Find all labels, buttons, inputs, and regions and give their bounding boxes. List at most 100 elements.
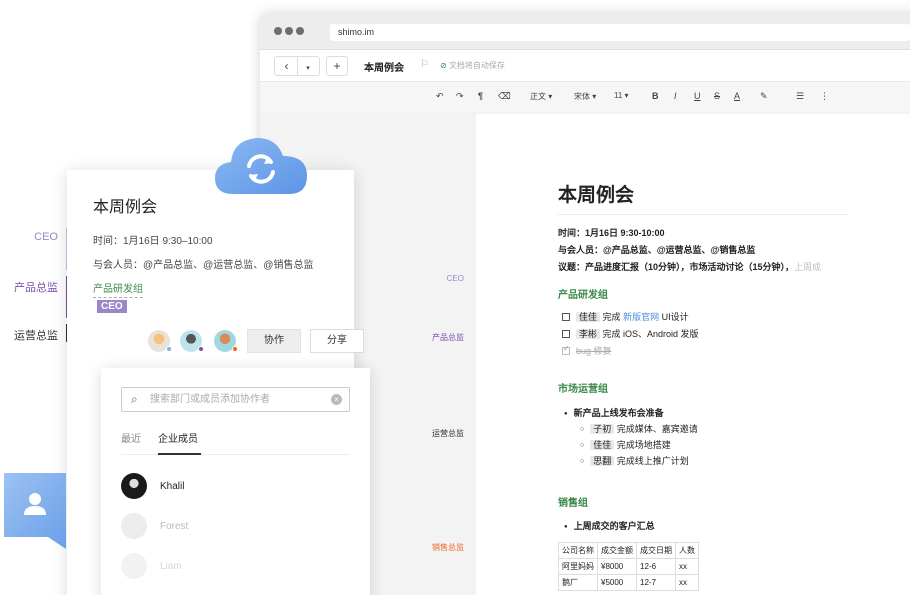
clear-format-icon[interactable]: ⌫ bbox=[498, 91, 511, 102]
tab-active-indicator bbox=[158, 453, 201, 455]
tab-recent[interactable]: 最近 bbox=[121, 430, 141, 445]
mention-tag[interactable]: 佳佳 bbox=[576, 312, 601, 322]
style-select-value: 正文 bbox=[530, 92, 546, 101]
chevron-left-icon[interactable]: ‹ bbox=[276, 57, 298, 75]
doc-page[interactable]: 本周例会 时间：1月16日 9:30-10:00 与会人员：@产品总监、@运营总… bbox=[476, 114, 910, 595]
font-select-value: 宋体 bbox=[574, 92, 590, 101]
list-icon[interactable]: ☰ bbox=[796, 91, 804, 102]
tab-members[interactable]: 企业成员 bbox=[158, 430, 198, 445]
member-item[interactable]: Liam bbox=[121, 553, 182, 579]
member-name: Forest bbox=[160, 520, 189, 532]
table-cell[interactable]: ¥8000 bbox=[597, 558, 637, 575]
doc-link[interactable]: 新版官网 bbox=[623, 312, 659, 322]
todo-text-done: bug 修复 bbox=[576, 346, 612, 356]
todo-item[interactable]: bug 修复 bbox=[562, 344, 612, 357]
card-attendees: 与会人员：@产品总监、@运营总监、@销售总监 bbox=[93, 260, 314, 271]
member-item[interactable]: Forest bbox=[121, 513, 188, 539]
table-header-cell[interactable]: 公司名称 bbox=[558, 542, 598, 559]
rail-ceo: CEO bbox=[446, 274, 464, 283]
style-select[interactable]: 正文 ▾ bbox=[530, 91, 552, 102]
checkbox[interactable] bbox=[562, 312, 570, 321]
add-doc-button[interactable]: + bbox=[326, 56, 348, 76]
sub-bullet-item[interactable]: 思翻 完成线上推广计划 bbox=[580, 454, 689, 467]
bold-button[interactable]: B bbox=[652, 91, 659, 101]
card-time: 时间：1月16日 9:30–10:00 bbox=[93, 236, 213, 247]
table-cell[interactable]: 阿里妈妈 bbox=[558, 558, 598, 575]
window-close-dot[interactable] bbox=[274, 27, 282, 35]
highlight-icon[interactable]: ✎ bbox=[760, 91, 768, 102]
tab-divider bbox=[121, 454, 350, 455]
checkbox[interactable] bbox=[562, 329, 570, 338]
strike-button[interactable]: S bbox=[714, 91, 720, 101]
doc-agenda[interactable]: 议题：产品进度汇报（10分钟），市场活动讨论（15分钟），上周成 bbox=[558, 260, 821, 273]
deals-table[interactable]: 公司名称 成交金额 成交日期 人数 阿里妈妈 ¥8000 12-6 xx 鹅厂 … bbox=[558, 542, 699, 591]
doc-divider bbox=[558, 214, 848, 215]
bullet-item[interactable]: 新产品上线发布会准备 bbox=[564, 406, 664, 419]
avatar[interactable] bbox=[214, 330, 238, 352]
avatar[interactable] bbox=[148, 330, 172, 352]
todo-text-post: UI设计 bbox=[661, 312, 689, 322]
sub-bullet-item[interactable]: 佳佳 完成场地搭建 bbox=[580, 438, 671, 451]
bookmark-icon[interactable]: ⚐ bbox=[420, 59, 429, 70]
table-cell[interactable]: 鹅厂 bbox=[558, 574, 598, 591]
rail-sales: 销售总监 bbox=[432, 543, 464, 552]
sub-bullet-text: 完成场地搭建 bbox=[616, 440, 671, 450]
bullet-item[interactable]: 上周成交的客户汇总 bbox=[564, 519, 655, 532]
size-select[interactable]: 11 ▾ bbox=[614, 91, 629, 100]
table-cell[interactable]: xx bbox=[675, 574, 699, 591]
indent-icon[interactable]: ⋮ bbox=[820, 91, 829, 102]
font-color-button[interactable]: A bbox=[734, 91, 740, 101]
undo-icon[interactable]: ↶ bbox=[436, 91, 444, 102]
share-button[interactable]: 分享 bbox=[310, 329, 364, 353]
doc-heading[interactable]: 本周例会 bbox=[558, 180, 634, 207]
clear-icon[interactable]: × bbox=[331, 394, 342, 405]
member-item[interactable]: Khalil bbox=[121, 473, 184, 499]
font-select[interactable]: 宋体 ▾ bbox=[574, 91, 596, 102]
address-bar[interactable]: shimo.im bbox=[330, 24, 910, 41]
search-placeholder: 搜索部门或成员添加协作者 bbox=[150, 394, 270, 405]
table-header-cell[interactable]: 人数 bbox=[675, 542, 699, 559]
table-row: 鹅厂 ¥5000 12-7 xx bbox=[558, 574, 699, 591]
doc-time[interactable]: 时间：1月16日 9:30-10:00 bbox=[558, 226, 665, 239]
table-header-cell[interactable]: 成交日期 bbox=[636, 542, 676, 559]
underline-button[interactable]: U bbox=[694, 91, 701, 101]
caret-down-icon[interactable]: ▾ bbox=[298, 60, 318, 78]
table-cell[interactable]: 12-7 bbox=[636, 574, 676, 591]
search-icon: ⌕ bbox=[131, 392, 138, 406]
format-painter-icon[interactable]: ¶ bbox=[478, 91, 483, 101]
presence-dot bbox=[166, 346, 172, 352]
doc-title[interactable]: 本周例会 bbox=[364, 59, 404, 74]
todo-item[interactable]: 佳佳 完成 新版官网 UI设计 bbox=[562, 310, 689, 323]
redo-icon[interactable]: ↷ bbox=[456, 91, 464, 102]
member-search-input[interactable]: ⌕ 搜索部门或成员添加协作者 × bbox=[121, 387, 350, 412]
section-sales-heading[interactable]: 销售组 bbox=[558, 494, 588, 509]
member-name: Liam bbox=[160, 560, 182, 572]
section-product-heading[interactable]: 产品研发组 bbox=[558, 286, 608, 301]
mention-tag[interactable]: 佳佳 bbox=[590, 440, 615, 450]
collab-button[interactable]: 协作 bbox=[247, 329, 301, 353]
stage: shimo.im ‹ ▾ + 本周例会 ⚐ ⊘ 文档将自动保存 ↶ ↷ ¶ ⌫ 正… bbox=[0, 0, 910, 595]
doc-attendees[interactable]: 与会人员：@产品总监、@运营总监、@销售总监 bbox=[558, 243, 755, 256]
mention-tag[interactable]: 思翻 bbox=[590, 456, 615, 466]
todo-item[interactable]: 李彬 完成 iOS、Android 发版 bbox=[562, 327, 699, 340]
org-ops: 运营总监 bbox=[14, 330, 58, 342]
table-row: 阿里妈妈 ¥8000 12-6 xx bbox=[558, 558, 699, 575]
ceo-tag: CEO bbox=[97, 300, 127, 313]
sub-bullet-item[interactable]: 子初 完成媒体、嘉宾邀请 bbox=[580, 422, 698, 435]
table-cell[interactable]: ¥5000 bbox=[597, 574, 637, 591]
window-zoom-dot[interactable] bbox=[296, 27, 304, 35]
sub-bullet-text: 完成媒体、嘉宾邀请 bbox=[616, 424, 698, 434]
avatar[interactable] bbox=[180, 330, 204, 352]
mention-tag[interactable]: 子初 bbox=[590, 424, 615, 434]
table-header-row: 公司名称 成交金额 成交日期 人数 bbox=[558, 542, 699, 559]
checkbox-checked[interactable] bbox=[562, 344, 570, 355]
todo-text: 完成 iOS、Android 发版 bbox=[602, 329, 699, 339]
table-header-cell[interactable]: 成交金额 bbox=[597, 542, 637, 559]
section-market-heading[interactable]: 市场运营组 bbox=[558, 380, 608, 395]
italic-button[interactable]: I bbox=[674, 91, 677, 101]
mention-tag[interactable]: 李彬 bbox=[576, 329, 601, 339]
table-cell[interactable]: xx bbox=[675, 558, 699, 575]
table-cell[interactable]: 12-6 bbox=[636, 558, 676, 575]
window-minimize-dot[interactable] bbox=[285, 27, 293, 35]
doc-agenda-faded: 上周成 bbox=[794, 262, 822, 272]
